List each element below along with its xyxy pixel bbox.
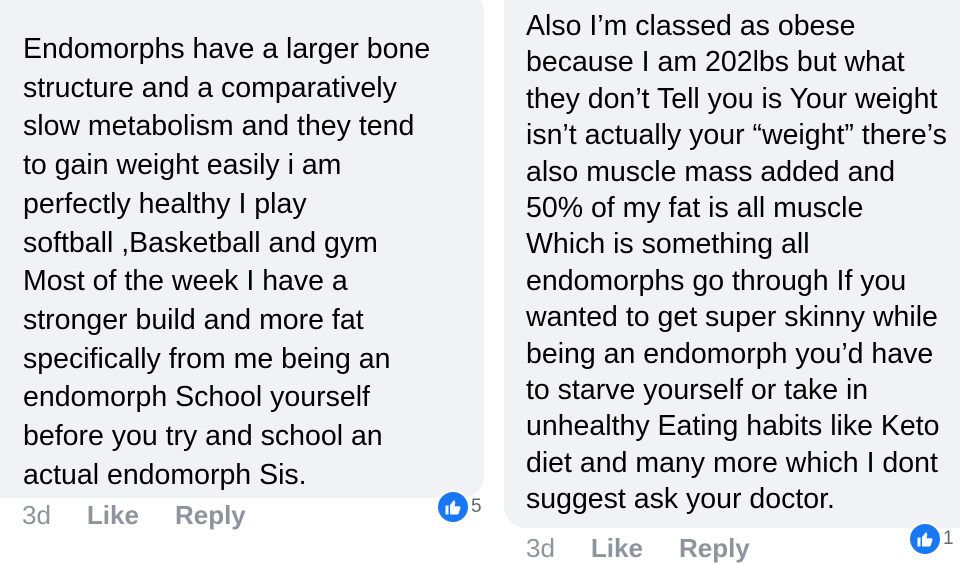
reply-button[interactable]: Reply: [679, 533, 750, 564]
thumbs-up-icon: [910, 524, 940, 554]
comment-text-2: Also I’m classed as obese because I am 2…: [526, 10, 947, 516]
comment-timestamp[interactable]: 3d: [526, 533, 555, 564]
like-button[interactable]: Like: [591, 533, 643, 564]
reaction-summary-1[interactable]: 5: [438, 492, 482, 522]
comment-timestamp[interactable]: 3d: [22, 500, 51, 531]
reaction-count: 5: [471, 496, 482, 517]
reaction-count: 1: [943, 528, 954, 549]
like-button[interactable]: Like: [87, 500, 139, 531]
reply-button[interactable]: Reply: [175, 500, 246, 531]
comment-actions-2: 3d Like Reply: [526, 533, 750, 564]
comment-text-1: Endomorphs have a larger bone structure …: [23, 33, 431, 491]
comment-actions-1: 3d Like Reply: [22, 500, 246, 531]
reaction-summary-2[interactable]: 1: [910, 524, 954, 554]
thumbs-up-icon: [438, 492, 468, 522]
